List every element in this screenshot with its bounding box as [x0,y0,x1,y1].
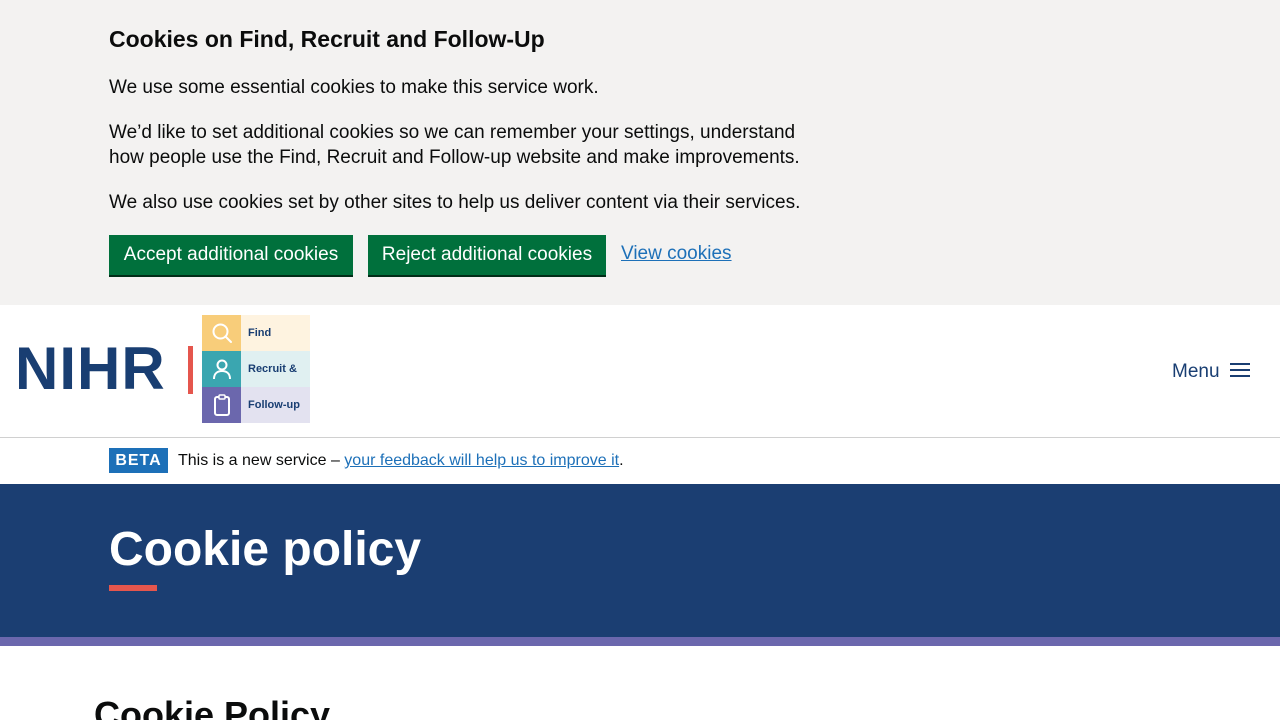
hamburger-icon [1229,362,1250,383]
beta-tag: BETA [109,448,168,473]
logo-divider [188,346,193,394]
page-hero: Cookie policy [0,484,1280,637]
logo-label-recruit: Recruit & [241,351,310,387]
logo-row-recruit: Recruit & [202,351,310,387]
beta-message: This is a new service – your feedback wi… [178,452,624,470]
cookie-text-third-party: We also use cookies set by other sites t… [109,192,801,213]
page-title: Cookie policy [109,523,422,576]
accept-cookies-button[interactable]: Accept additional cookies [109,235,353,275]
content-heading: Cookie Policy [94,694,331,720]
logo-label-follow-up: Follow-up [241,387,310,423]
cookie-text-additional: We’d like to set additional cookies so w… [109,122,800,168]
logo-row-find: Find [202,315,310,351]
feedback-link[interactable]: your feedback will help us to improve it [344,452,619,469]
hero-bottom-strip [0,637,1280,646]
clipboard-icon [202,387,241,423]
menu-button[interactable]: Menu [1172,359,1250,385]
title-accent-bar [109,585,157,591]
person-icon [202,351,241,387]
site-header: NIHR Find Recruit & Follow-up Menu [0,305,1280,438]
cookie-text-essential: We use some essential cookies to make th… [109,77,599,98]
reject-cookies-button[interactable]: Reject additional cookies [368,235,606,275]
logo-label-find: Find [241,315,310,351]
nihr-logo[interactable]: NIHR Find Recruit & Follow-up [15,315,311,423]
view-cookies-link[interactable]: View cookies [621,243,732,265]
cookie-banner: Cookies on Find, Recruit and Follow-Up W… [0,0,1280,305]
beta-text-end: . [619,452,624,469]
cookie-banner-title: Cookies on Find, Recruit and Follow-Up [109,26,545,52]
phase-banner: BETA This is a new service – your feedba… [0,438,1280,484]
search-icon [202,315,241,351]
menu-label: Menu [1172,361,1220,382]
logo-row-follow-up: Follow-up [202,387,310,423]
logo-org-name: NIHR [15,335,166,402]
beta-text: This is a new service – [178,452,340,469]
